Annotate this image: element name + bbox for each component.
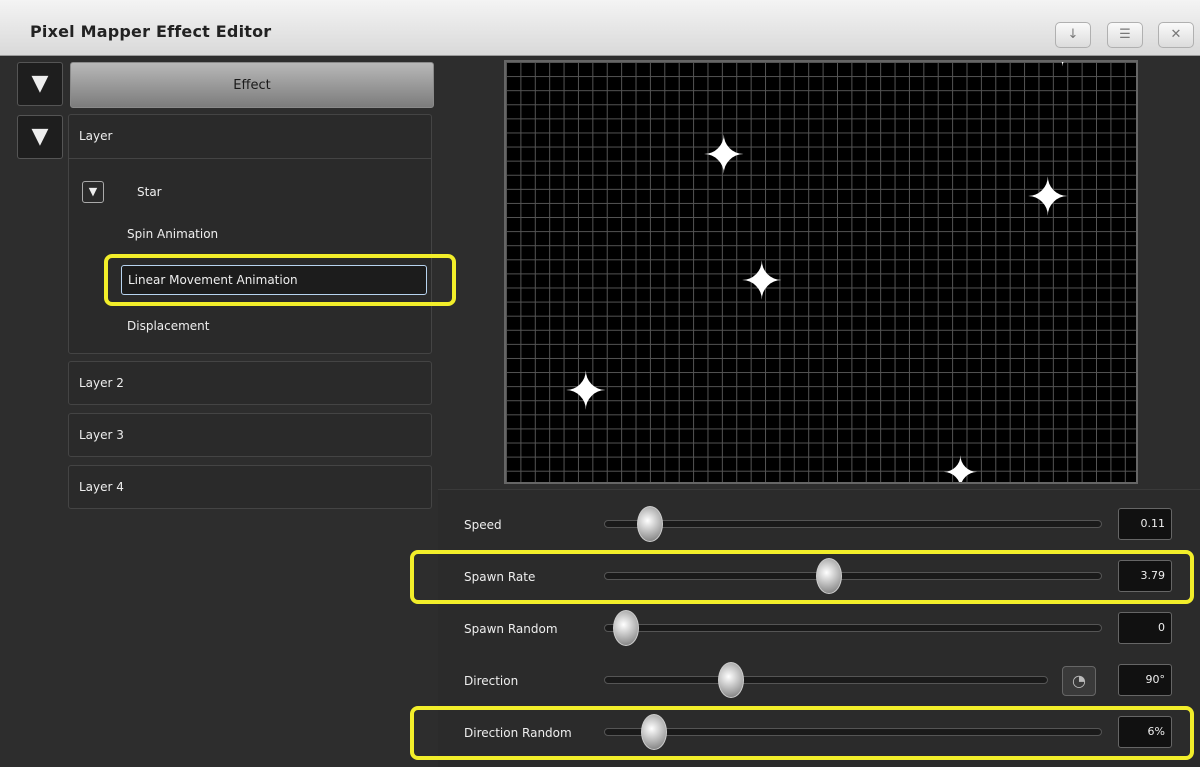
spawn-random-label: Spawn Random: [464, 622, 558, 636]
layer-panel: Layer ▼ Star Spin Animation Linear Movem…: [68, 114, 432, 354]
direction-slider[interactable]: [604, 662, 1048, 698]
speed-slider-knob[interactable]: [636, 506, 663, 542]
star-shape: ✦: [702, 126, 746, 186]
close-button[interactable]: ✕: [1158, 22, 1194, 48]
triangle-down-icon: ▼: [88, 185, 98, 198]
direction-label: Direction: [464, 674, 519, 688]
spawn-random-value[interactable]: 0: [1118, 612, 1172, 644]
menu-icon: ☰: [1119, 27, 1131, 42]
speed-label: Speed: [464, 518, 502, 532]
layer-row[interactable]: Layer 4: [68, 465, 432, 509]
star-toggle-button[interactable]: ▼: [82, 181, 104, 203]
star-label[interactable]: Star: [137, 185, 162, 199]
close-icon: ✕: [1170, 27, 1182, 42]
pixel-grid-preview: ✦ ✦ ✦ ✦ ✦ ✦: [504, 60, 1138, 484]
direction-value[interactable]: 90°: [1118, 664, 1172, 696]
dial-icon: ◔: [1072, 671, 1086, 690]
star-shape: ✦: [564, 362, 608, 422]
speed-value[interactable]: 0.11: [1118, 508, 1172, 540]
triangle-down-icon: ▼: [31, 124, 49, 149]
speed-slider[interactable]: [604, 506, 1102, 542]
window-title: Pixel Mapper Effect Editor: [30, 22, 272, 41]
star-shape: ✦: [740, 252, 784, 312]
title-bar: Pixel Mapper Effect Editor ↓ ☰ ✕: [0, 0, 1200, 56]
layer-row[interactable]: Layer 3: [68, 413, 432, 457]
layer-row-label: Layer 2: [79, 376, 124, 390]
collapse-layer-button[interactable]: ▼: [17, 115, 63, 159]
arrow-down-icon: ↓: [1067, 27, 1079, 42]
layer-header[interactable]: Layer: [69, 115, 431, 159]
star-shape: ✦: [942, 448, 979, 484]
collapse-effect-button[interactable]: ▼: [17, 62, 63, 106]
direction-random-highlight: [410, 706, 1194, 760]
spawn-random-slider-knob[interactable]: [613, 610, 639, 646]
spin-animation-item[interactable]: Spin Animation: [127, 227, 218, 241]
effect-button[interactable]: Effect: [70, 62, 434, 108]
menu-button[interactable]: ☰: [1107, 22, 1143, 48]
star-shape: ✦: [1050, 62, 1075, 72]
editor-body: ▼ ▼ Effect Layer ▼ Star Spin Animation L…: [0, 57, 1200, 767]
displacement-item[interactable]: Displacement: [127, 319, 210, 333]
layer-row[interactable]: Layer 2: [68, 361, 432, 405]
layer-row-label: Layer 3: [79, 428, 124, 442]
triangle-down-icon: ▼: [31, 71, 49, 96]
layer-row-label: Layer 4: [79, 480, 124, 494]
spawn-rate-highlight: [410, 550, 1194, 604]
linear-movement-highlight: [104, 254, 456, 306]
direction-dial-button[interactable]: ◔: [1062, 666, 1096, 696]
layer-header-label: Layer: [79, 129, 113, 143]
star-shape: ✦: [1026, 168, 1070, 228]
spawn-random-slider[interactable]: [604, 610, 1102, 646]
direction-slider-knob[interactable]: [717, 662, 744, 698]
minimize-button[interactable]: ↓: [1055, 22, 1091, 48]
